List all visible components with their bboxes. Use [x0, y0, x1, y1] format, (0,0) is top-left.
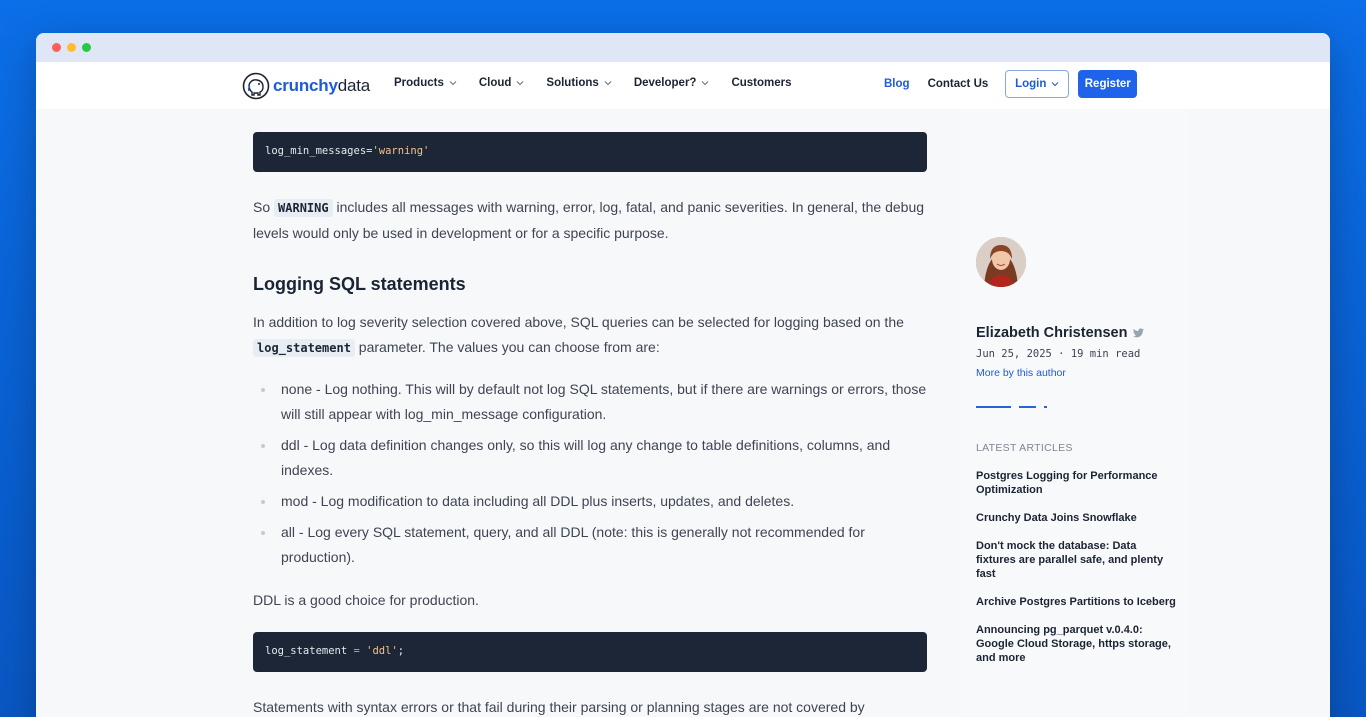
register-button[interactable]: Register	[1078, 70, 1138, 98]
contact-us-link[interactable]: Contact Us	[928, 78, 989, 90]
code-string: 'ddl'	[366, 645, 398, 657]
nav-solutions-label: Solutions	[546, 77, 599, 89]
latest-articles-heading: LATEST ARTICLES	[976, 442, 1073, 454]
logo-text: crunchydata	[273, 76, 371, 95]
section-heading: Logging SQL statements	[253, 274, 466, 294]
code-key: log_min_messages=	[265, 145, 373, 157]
blog-link[interactable]: Blog	[884, 78, 910, 90]
nav-cloud-label: Cloud	[478, 77, 512, 89]
latest-articles-list: Postgres Logging for Performance Optimiz…	[976, 469, 1176, 679]
login-label: Login	[1015, 78, 1047, 90]
window-titlebar	[36, 33, 1330, 62]
minimize-window-button[interactable]	[67, 43, 76, 52]
maximize-window-button[interactable]	[82, 43, 91, 52]
paragraph-log-statement: In addition to log severity selection co…	[253, 310, 927, 361]
list-item: all - Log every SQL statement, query, an…	[253, 520, 927, 570]
latest-article-link[interactable]: Don't mock the database: Data fixtures a…	[976, 539, 1176, 581]
code-string: 'warning'	[372, 145, 430, 157]
site-logo[interactable]: crunchydata	[242, 72, 370, 100]
nav-actions: Blog Contact Us Login Register	[884, 70, 1138, 98]
share-line-icon[interactable]	[1019, 406, 1036, 408]
latest-article-link[interactable]: Postgres Logging for Performance Optimiz…	[976, 469, 1176, 497]
share-links	[976, 406, 1047, 408]
crunchy-elephant-icon	[242, 72, 270, 100]
author-name[interactable]: Elizabeth Christensen	[976, 325, 1145, 341]
page-content: log_min_messages='warning' So WARNING in…	[36, 109, 1330, 717]
list-item: ddl - Log data definition changes only, …	[253, 433, 927, 483]
post-meta: Jun 25, 2025 · 19 min read	[976, 348, 1141, 360]
code-key: log_statement	[265, 645, 348, 657]
code-block-log-min-messages: log_min_messages='warning'	[253, 132, 927, 172]
nav-developer[interactable]: Developer?	[634, 77, 710, 89]
author-name-text: Elizabeth Christensen	[976, 325, 1128, 341]
primary-nav: Products Cloud Solutions Developer? Cust…	[394, 77, 792, 89]
article-sidebar: Elizabeth Christensen Jun 25, 2025 · 19 …	[960, 109, 1188, 717]
register-label: Register	[1084, 78, 1131, 90]
author-photo-icon	[976, 237, 1026, 287]
inline-code-log-statement: log_statement	[253, 339, 355, 357]
share-line-icon[interactable]	[1044, 406, 1047, 408]
nav-customers[interactable]: Customers	[731, 77, 791, 89]
log-statement-options-list: none - Log nothing. This will by default…	[253, 377, 927, 576]
close-window-button[interactable]	[52, 43, 61, 52]
latest-article-link[interactable]: Announcing pg_parquet v.0.4.0: Google Cl…	[976, 623, 1176, 665]
nav-cloud[interactable]: Cloud	[479, 77, 525, 89]
login-button[interactable]: Login	[1005, 70, 1070, 98]
latest-article-link[interactable]: Archive Postgres Partitions to Iceberg	[976, 595, 1176, 609]
code-operator: =	[347, 645, 367, 657]
paragraph-syntax-errors: Statements with syntax errors or that fa…	[253, 699, 865, 715]
nav-solutions[interactable]: Solutions	[546, 77, 612, 89]
text: parameter. The values you can choose fro…	[354, 339, 660, 355]
chevron-down-icon	[604, 81, 612, 86]
browser-window: crunchydata Products Cloud Solutions Dev…	[36, 33, 1330, 717]
nav-developer-label: Developer?	[633, 77, 697, 89]
code-terminator: ;	[397, 645, 405, 657]
text: includes all messages with warning, erro…	[253, 199, 925, 241]
nav-products-label: Products	[394, 77, 444, 89]
chevron-down-icon	[702, 81, 709, 86]
twitter-icon[interactable]	[1133, 328, 1145, 338]
code-block-log-statement: log_statement = 'ddl';	[253, 632, 927, 672]
nav-products[interactable]: Products	[394, 77, 457, 89]
text: So	[253, 199, 275, 215]
chevron-down-icon	[449, 81, 457, 86]
chevron-down-icon	[517, 81, 524, 86]
text: In addition to log severity selection co…	[253, 314, 904, 330]
paragraph-ddl-choice: DDL is a good choice for production.	[253, 592, 479, 608]
list-item: none - Log nothing. This will by default…	[253, 377, 927, 427]
chevron-down-icon	[1052, 82, 1059, 87]
site-navbar: crunchydata Products Cloud Solutions Dev…	[36, 62, 1330, 109]
list-item: mod - Log modification to data including…	[253, 489, 927, 514]
inline-code-warning: WARNING	[274, 199, 333, 217]
paragraph-warning: So WARNING includes all messages with wa…	[253, 195, 927, 246]
author-avatar[interactable]	[976, 237, 1026, 287]
more-by-author-link[interactable]: More by this author	[976, 367, 1066, 379]
share-line-icon[interactable]	[976, 406, 1011, 408]
latest-article-link[interactable]: Crunchy Data Joins Snowflake	[976, 511, 1176, 525]
nav-customers-label: Customers	[731, 77, 792, 89]
